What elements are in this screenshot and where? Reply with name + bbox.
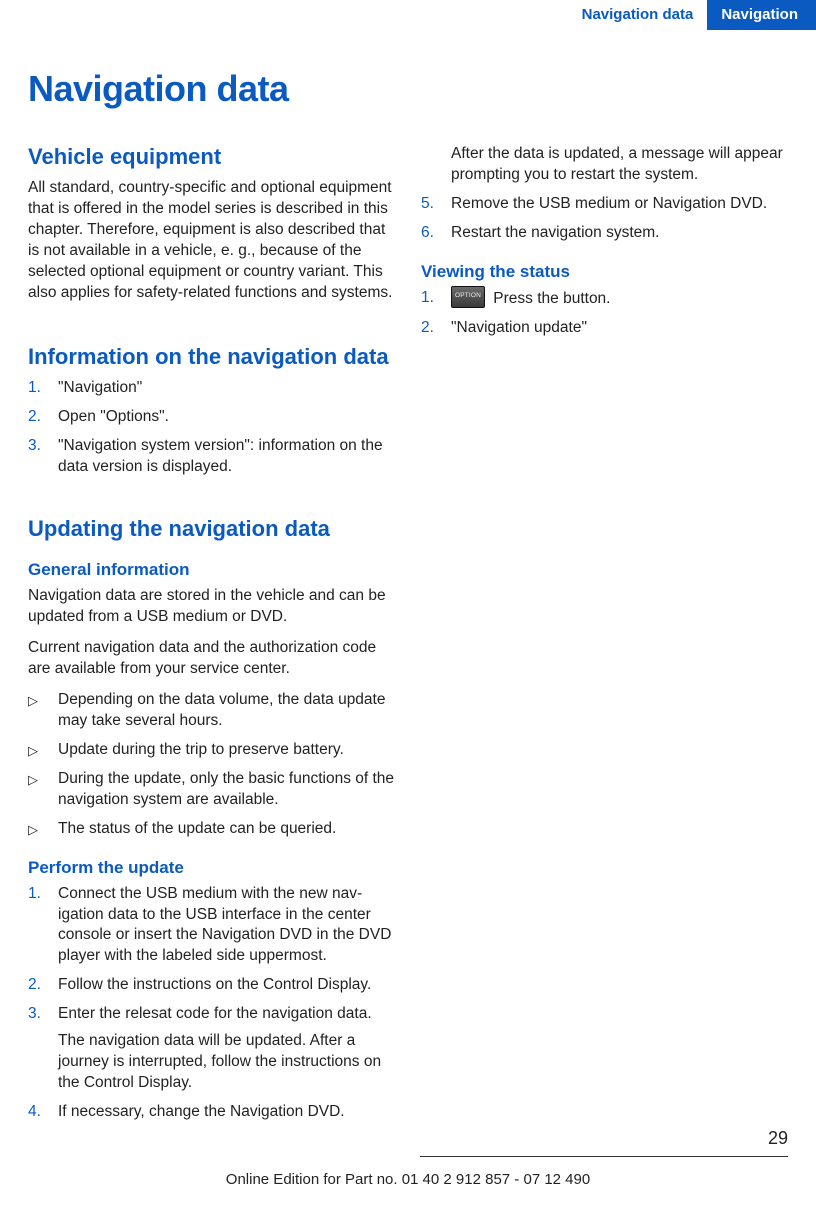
viewing-status-list: Press the button. "Navigation update" — [421, 288, 788, 339]
list-item: During the update, only the basic functi… — [28, 769, 395, 811]
general-info-bullets: Depending on the data volume, the data u… — [28, 690, 395, 840]
footer-text: Online Edition for Part no. 01 40 2 912 … — [0, 1171, 816, 1188]
list-item: Connect the USB medium with the new nav­… — [28, 884, 395, 968]
list-item: Enter the relesat code for the navigatio… — [28, 1004, 395, 1094]
general-info-p2: Current navigation data and the authoriz… — [28, 638, 395, 680]
list-item-text: Press the button. — [489, 290, 611, 307]
section-vehicle-equipment-heading: Vehicle equipment — [28, 144, 395, 170]
list-item: "Navigation" — [28, 378, 395, 399]
page-number: 29 — [768, 1128, 788, 1149]
page-title: Navigation data — [28, 68, 788, 110]
page-header: Navigation data Navigation — [0, 0, 816, 30]
section-info-nav-heading: Information on the navigation data — [28, 344, 395, 370]
viewing-status-heading: Viewing the status — [421, 262, 788, 282]
list-item-sub: The navigation data will be updated. Aft… — [58, 1031, 395, 1094]
list-item: The status of the update can be queried. — [28, 819, 395, 840]
list-item: Restart the navigation system. — [421, 223, 788, 244]
vehicle-equipment-body: All standard, country-specific and optio… — [28, 178, 395, 304]
list-item: Open "Options". — [28, 407, 395, 428]
list-item: Remove the USB medium or Navigation DVD. — [421, 194, 788, 215]
header-section: Navigation data — [568, 0, 708, 30]
list-item: "Navigation system version": information… — [28, 436, 395, 478]
list-item: Follow the instructions on the Control D… — [28, 975, 395, 996]
page-footer: 29 Online Edition for Part no. 01 40 2 9… — [0, 1156, 816, 1188]
list-item: Press the button. — [421, 288, 788, 310]
list-item: "Navigation update" — [421, 318, 788, 339]
list-item-text: Enter the relesat code for the navigatio… — [58, 1005, 372, 1022]
list-item-text: If necessary, change the Navigation DVD. — [58, 1103, 345, 1120]
header-chapter: Navigation — [707, 0, 816, 30]
list-item: Update during the trip to preserve batte… — [28, 740, 395, 761]
list-item-sub: After the data is updated, a message wil… — [451, 144, 788, 186]
info-nav-list: "Navigation" Open "Options". "Navigation… — [28, 378, 395, 478]
general-info-heading: General information — [28, 560, 395, 580]
option-button-icon — [451, 286, 485, 308]
perform-update-heading: Perform the update — [28, 858, 395, 878]
general-info-p1: Navigation data are stored in the vehicl… — [28, 586, 395, 628]
list-item: Depending on the data volume, the data u… — [28, 690, 395, 732]
section-updating-heading: Updating the navigation data — [28, 516, 395, 542]
